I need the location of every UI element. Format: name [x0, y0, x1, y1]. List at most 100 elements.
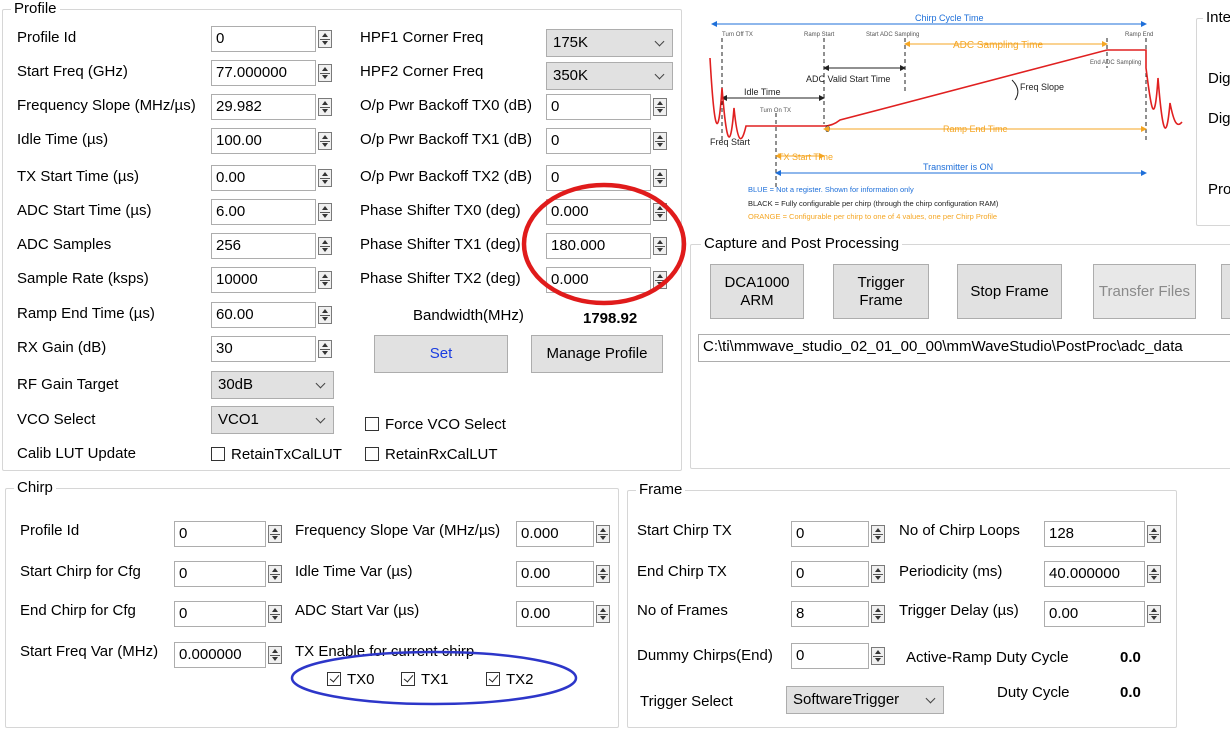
start-chirp-tx-stepper[interactable]: [871, 525, 885, 543]
profile-id-stepper[interactable]: [318, 30, 332, 48]
backoff-tx2-label: O/p Pwr Backoff TX2 (dB): [360, 168, 533, 185]
extra-capture-button[interactable]: [1221, 264, 1230, 319]
adc-start-time-label: ADC Start Time (µs): [17, 202, 152, 219]
duty-cycle-value: 0.0: [1120, 684, 1141, 701]
periodicity-input[interactable]: 40.000000: [1044, 561, 1161, 587]
trigger-select-dropdown[interactable]: SoftwareTrigger: [786, 686, 944, 714]
backoff-tx0-input[interactable]: 0: [546, 94, 667, 120]
trigger-select-label: Trigger Select: [640, 693, 733, 710]
end-chirp-cfg-label: End Chirp for Cfg: [20, 602, 136, 619]
checkbox-box[interactable]: [211, 447, 225, 461]
ramp-end-time-label: Ramp End Time (µs): [17, 305, 155, 322]
trigger-frame-button[interactable]: Trigger Frame: [833, 264, 929, 319]
idle-time-stepper[interactable]: [318, 132, 332, 150]
manage-profile-button[interactable]: Manage Profile: [531, 335, 663, 373]
legend-blue: BLUE = Not a register. Shown for informa…: [748, 185, 914, 194]
start-chirp-cfg-input[interactable]: 0: [174, 561, 282, 587]
checkbox-box[interactable]: [365, 417, 379, 431]
start-freq-input[interactable]: 77.000000: [211, 60, 332, 86]
no-of-frames-input[interactable]: 8: [791, 601, 885, 627]
phase-tx2-label: Phase Shifter TX2 (deg): [360, 270, 521, 287]
end-chirp-cfg-stepper[interactable]: [268, 605, 282, 623]
profile-id-input[interactable]: 0: [211, 26, 332, 52]
start-chirp-cfg-stepper[interactable]: [268, 565, 282, 583]
rf-gain-target-select[interactable]: 30dB: [211, 371, 334, 399]
trigger-delay-stepper[interactable]: [1147, 605, 1161, 623]
chevron-down-icon: [315, 378, 326, 389]
dummy-chirps-input[interactable]: 0: [791, 643, 885, 669]
active-ramp-duty-label: Active-Ramp Duty Cycle: [906, 649, 1069, 666]
no-of-frames-label: No of Frames: [637, 602, 728, 619]
backoff-tx1-stepper[interactable]: [653, 132, 667, 150]
duty-cycle-label: Duty Cycle: [997, 684, 1070, 701]
hpf2-select[interactable]: 350K: [546, 62, 673, 90]
chirp-loops-stepper[interactable]: [1147, 525, 1161, 543]
hpf1-select[interactable]: 175K: [546, 29, 673, 57]
chirp-cycle-text: Chirp Cycle Time: [915, 13, 984, 23]
ramp-end-time-input[interactable]: 60.00: [211, 302, 332, 328]
checkbox-box[interactable]: [365, 447, 379, 461]
chevron-down-icon: [654, 36, 665, 47]
retain-tx-cal-lut-checkbox[interactable]: RetainTxCalLUT: [211, 446, 342, 464]
vco-select-label: VCO Select: [17, 411, 96, 428]
adc-start-time-stepper[interactable]: [318, 203, 332, 221]
set-button[interactable]: Set: [374, 335, 508, 373]
phase-tx0-label: Phase Shifter TX0 (deg): [360, 202, 521, 219]
start-freq-stepper[interactable]: [318, 64, 332, 82]
rx-gain-input[interactable]: 30: [211, 336, 332, 362]
chevron-down-icon: [315, 413, 326, 424]
tx-start-time-input[interactable]: 0.00: [211, 165, 332, 191]
freq-slope-input[interactable]: 29.982: [211, 94, 332, 120]
trigger-delay-input[interactable]: 0.00: [1044, 601, 1161, 627]
dummy-chirps-stepper[interactable]: [871, 647, 885, 665]
freq-slope-var-stepper[interactable]: [596, 525, 610, 543]
idle-time-var-stepper[interactable]: [596, 565, 610, 583]
freq-slope-stepper[interactable]: [318, 98, 332, 116]
chirp-loops-input[interactable]: 128: [1044, 521, 1161, 547]
periodicity-stepper[interactable]: [1147, 565, 1161, 583]
stop-frame-button[interactable]: Stop Frame: [957, 264, 1062, 319]
idle-time-input[interactable]: 100.00: [211, 128, 332, 154]
sample-rate-stepper[interactable]: [318, 271, 332, 289]
adc-samples-stepper[interactable]: [318, 237, 332, 255]
adc-samples-input[interactable]: 256: [211, 233, 332, 259]
tx-on-text: Transmitter is ON: [923, 162, 993, 172]
sample-rate-label: Sample Rate (ksps): [17, 270, 149, 287]
chirp-profile-id-stepper[interactable]: [268, 525, 282, 543]
start-chirp-tx-input[interactable]: 0: [791, 521, 885, 547]
end-chirp-tx-stepper[interactable]: [871, 565, 885, 583]
backoff-tx1-input[interactable]: 0: [546, 128, 667, 154]
bandwidth-label: Bandwidth(MHz): [413, 307, 524, 324]
start-freq-var-input[interactable]: 0.000000: [174, 642, 282, 668]
freq-slope-text: Freq Slope: [1020, 82, 1064, 92]
periodicity-label: Periodicity (ms): [899, 563, 1003, 580]
idle-time-var-input[interactable]: 0.00: [516, 561, 610, 587]
tx-start-time-stepper[interactable]: [318, 169, 332, 187]
turn-off-tx-text: Turn Off TX: [722, 32, 753, 38]
retain-rx-cal-lut-checkbox[interactable]: RetainRxCalLUT: [365, 446, 498, 464]
end-chirp-cfg-input[interactable]: 0: [174, 601, 282, 627]
dca1000-arm-button[interactable]: DCA1000 ARM: [710, 264, 804, 319]
active-ramp-duty-value: 0.0: [1120, 649, 1141, 666]
start-freq-var-stepper[interactable]: [268, 646, 282, 664]
adc-start-time-input[interactable]: 6.00: [211, 199, 332, 225]
adc-start-var-input[interactable]: 0.00: [516, 601, 610, 627]
dummy-chirps-label: Dummy Chirps(End): [637, 647, 773, 664]
transfer-files-button[interactable]: Transfer Files: [1093, 264, 1196, 319]
inter-row-1: Dig: [1208, 70, 1230, 87]
force-vco-select-checkbox[interactable]: Force VCO Select: [365, 416, 506, 434]
no-of-frames-stepper[interactable]: [871, 605, 885, 623]
chirp-profile-id-input[interactable]: 0: [174, 521, 282, 547]
frame-title: Frame: [636, 481, 686, 499]
ramp-end-time-stepper[interactable]: [318, 306, 332, 324]
adc-start-var-stepper[interactable]: [596, 605, 610, 623]
freq-slope-var-input[interactable]: 0.000: [516, 521, 610, 547]
start-freq-var-label: Start Freq Var (MHz): [20, 643, 159, 660]
rx-gain-stepper[interactable]: [318, 340, 332, 358]
vco-select-select[interactable]: VCO1: [211, 406, 334, 434]
end-chirp-tx-input[interactable]: 0: [791, 561, 885, 587]
sample-rate-input[interactable]: 10000: [211, 267, 332, 293]
red-highlight-ellipse: [521, 182, 687, 306]
post-proc-path-input[interactable]: C:\ti\mmwave_studio_02_01_00_00\mmWaveSt…: [698, 334, 1230, 362]
backoff-tx0-stepper[interactable]: [653, 98, 667, 116]
